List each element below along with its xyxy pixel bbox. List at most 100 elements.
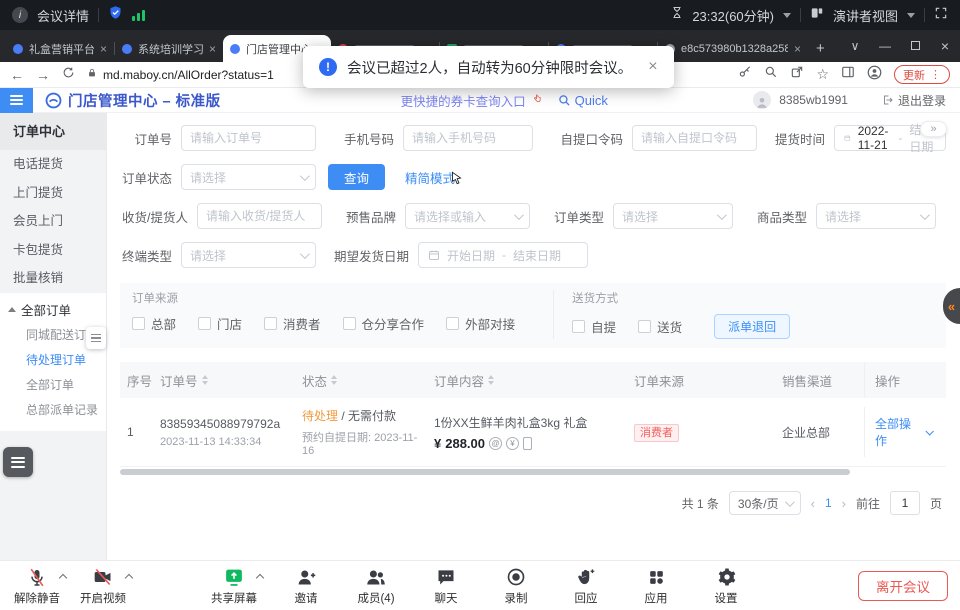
invite-button[interactable]: 邀请 [279, 565, 333, 606]
members-button[interactable]: 成员(4) [349, 565, 403, 606]
side-panel-icon[interactable] [841, 65, 855, 84]
search-tabs-icon[interactable]: ∨ [840, 39, 870, 53]
sort-icon[interactable] [488, 375, 494, 385]
username[interactable]: 8385wb1991 [779, 93, 848, 107]
chrome-update-button[interactable]: 更新 ⋮ [894, 65, 950, 84]
checkbox-icon[interactable] [572, 320, 585, 333]
profile-icon[interactable] [867, 65, 882, 85]
coupon-icon[interactable]: ¥ [506, 437, 519, 450]
goto-page-input[interactable] [890, 491, 920, 515]
sidebar-group-all-orders[interactable]: 全部订单 [0, 297, 106, 323]
all-actions-dropdown[interactable]: 全部操作 [875, 415, 932, 449]
brand-select[interactable]: 请选择或输入 [405, 203, 530, 229]
sort-icon[interactable] [202, 375, 208, 385]
sidebar-item-batch-verify[interactable]: 批量核销 [0, 264, 106, 293]
network-signal-icon[interactable] [132, 9, 145, 21]
apps-button[interactable]: 应用 [629, 565, 683, 606]
checkbox-icon[interactable] [264, 317, 277, 330]
checkbox-consumer[interactable]: 消费者 [264, 314, 321, 333]
back-button[interactable]: ← [10, 67, 24, 83]
next-page-button[interactable]: › [842, 496, 846, 511]
leave-meeting-button[interactable]: 离开会议 [858, 571, 948, 601]
share-icon[interactable] [790, 65, 804, 84]
horizontal-scrollbar[interactable] [120, 469, 850, 475]
security-shield-icon[interactable] [108, 5, 123, 25]
tab-close-icon[interactable]: × [209, 42, 216, 56]
header-status[interactable]: 状态 [294, 371, 426, 390]
logout-button[interactable]: 退出登录 [882, 92, 946, 109]
new-tab-button[interactable]: + [816, 40, 825, 57]
close-window-button[interactable]: × [930, 38, 960, 54]
view-mode-dropdown-icon[interactable] [907, 13, 915, 18]
checkbox-hq[interactable]: 总部 [132, 314, 176, 333]
checkbox-icon[interactable] [198, 317, 211, 330]
sidebar-drag-handle[interactable] [86, 327, 106, 349]
order-status-select[interactable]: 请选择 [181, 164, 316, 190]
floating-menu-button[interactable] [3, 447, 33, 477]
checkbox-warehouse-coop[interactable]: 仓分享合作 [343, 314, 425, 333]
receiver-input[interactable] [197, 203, 322, 229]
order-no-input[interactable] [181, 125, 316, 151]
browser-tab-1[interactable]: 礼盒营销平台管理中心 × [6, 35, 114, 62]
terminal-type-select[interactable]: 请选择 [181, 242, 316, 268]
meeting-details-button[interactable]: 会议详情 [37, 6, 89, 25]
checkbox-external[interactable]: 外部对接 [446, 314, 515, 333]
reload-button[interactable] [62, 66, 75, 84]
forward-button[interactable]: → [36, 67, 50, 83]
chat-button[interactable]: 聊天 [419, 565, 473, 606]
goods-type-select[interactable]: 请选择 [816, 203, 936, 229]
remark-at-icon[interactable]: @ [489, 437, 502, 450]
sidebar-subitem-all-orders[interactable]: 全部订单 [0, 373, 106, 398]
share-screen-button[interactable]: 共享屏幕 [207, 565, 261, 606]
checkbox-self-pickup[interactable]: 自提 [572, 317, 616, 336]
fullscreen-icon[interactable] [934, 6, 948, 25]
start-video-button[interactable]: 开启视频 [76, 565, 130, 606]
unmute-button[interactable]: 解除静音 [10, 565, 64, 606]
timer-dropdown-icon[interactable] [783, 13, 791, 18]
meeting-timer[interactable]: 23:32(60分钟) [692, 6, 774, 25]
filter-collapse-button[interactable]: » [920, 121, 947, 137]
sidebar-item-door-pickup[interactable]: 上门提货 [0, 179, 106, 208]
sidebar-subitem-hq-dispatch[interactable]: 总部派单记录 [0, 398, 106, 423]
pickup-code-input[interactable] [632, 125, 757, 151]
checkbox-icon[interactable] [638, 320, 651, 333]
phone-input[interactable] [403, 125, 533, 151]
checkbox-icon[interactable] [446, 317, 459, 330]
sidebar-item-phone-pickup[interactable]: 电话提货 [0, 150, 106, 179]
checkbox-store[interactable]: 门店 [198, 314, 242, 333]
current-page[interactable]: 1 [825, 496, 832, 510]
zoom-icon[interactable] [764, 65, 778, 84]
toast-close-icon[interactable]: × [648, 58, 657, 76]
bookmark-star-icon[interactable]: ☆ [816, 66, 829, 83]
prev-page-button[interactable]: ‹ [811, 496, 815, 511]
meeting-info-icon[interactable]: i [12, 7, 28, 23]
header-content[interactable]: 订单内容 [426, 371, 626, 390]
kebab-menu-icon[interactable]: ⋮ [930, 68, 941, 81]
view-mode-button[interactable]: 演讲者视图 [833, 6, 898, 25]
checkbox-delivery[interactable]: 送货 [638, 317, 682, 336]
user-avatar[interactable] [753, 91, 771, 109]
reaction-button[interactable]: 回应 [559, 565, 613, 606]
sidebar-item-member-visit[interactable]: 会员上门 [0, 207, 106, 236]
sort-icon[interactable] [331, 375, 337, 385]
tab-close-icon[interactable]: × [794, 42, 801, 56]
hamburger-menu-button[interactable] [0, 88, 33, 113]
maximize-button[interactable] [900, 39, 930, 53]
checkbox-icon[interactable] [343, 317, 356, 330]
quick-search[interactable]: Quick [558, 93, 608, 108]
checkbox-icon[interactable] [132, 317, 145, 330]
page-size-select[interactable]: 30条/页 [729, 491, 801, 515]
settings-button[interactable]: 设置 [699, 565, 753, 606]
browser-tab-7[interactable]: e8c573980b1328a258fd2e618 × [658, 35, 808, 62]
order-type-select[interactable]: 请选择 [613, 203, 733, 229]
browser-tab-2[interactable]: 系统培训学习 × [115, 35, 223, 62]
tab-close-icon[interactable]: × [100, 42, 107, 56]
dispatch-return-button[interactable]: 派单退回 [714, 314, 790, 339]
record-button[interactable]: 录制 [489, 565, 543, 606]
search-button[interactable]: 查询 [328, 164, 385, 190]
expect-date-range-input[interactable]: 开始日期 - 结束日期 [418, 242, 588, 268]
minimize-button[interactable]: — [870, 39, 900, 53]
password-key-icon[interactable] [738, 65, 752, 84]
phone-device-icon[interactable] [523, 437, 532, 450]
order-number[interactable]: 83859345088979792a [160, 417, 294, 431]
